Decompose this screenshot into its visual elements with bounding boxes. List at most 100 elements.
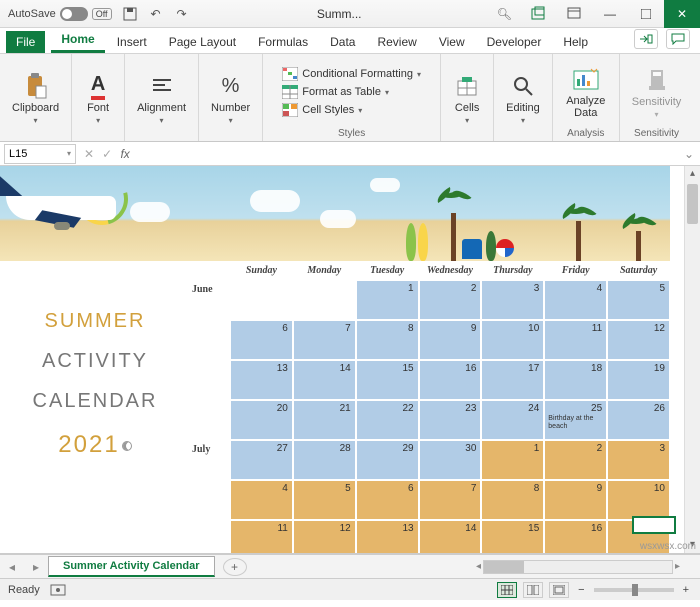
new-sheet-button[interactable]: + [223,558,247,576]
enter-icon[interactable]: ✓ [98,147,116,161]
tab-scroll-right-icon[interactable]: ▸ [24,560,48,574]
day-cell[interactable]: 6 [230,320,293,360]
day-cell[interactable]: 29 [356,440,419,480]
day-cell[interactable]: 25Birthday at the beach [544,400,607,440]
day-cell[interactable]: 5 [607,280,670,320]
scroll-thumb[interactable] [687,184,698,224]
hscroll-left-icon[interactable]: ◂ [476,561,481,572]
day-cell[interactable]: 13 [230,360,293,400]
tab-insert[interactable]: Insert [107,31,157,53]
day-cell[interactable]: 12 [607,320,670,360]
day-cell[interactable]: 30 [419,440,482,480]
day-cell[interactable]: 13 [356,520,419,554]
font-button[interactable]: A Font▾ [78,70,118,127]
day-cell[interactable]: 4 [230,480,293,520]
account-icon[interactable] [520,0,556,28]
conditional-formatting-button[interactable]: Conditional Formatting ▾ [279,66,424,82]
tab-file[interactable]: File [6,31,45,53]
format-as-table-button[interactable]: Format as Table ▾ [279,84,424,100]
day-cell[interactable]: 17 [481,360,544,400]
day-cell[interactable]: 14 [293,360,356,400]
sensitivity-button[interactable]: Sensitivity▾ [626,64,688,121]
tab-home[interactable]: Home [51,28,104,53]
day-cell[interactable]: 10 [607,480,670,520]
cells-button[interactable]: Cells▾ [447,70,487,127]
day-cell[interactable]: 15 [356,360,419,400]
maximize-button[interactable] [628,0,664,28]
day-cell[interactable]: 19 [607,360,670,400]
minimize-button[interactable]: — [592,0,628,28]
worksheet-area[interactable]: SUMMER ACTIVITY CALENDAR 2021 SundayMond… [0,166,700,554]
tab-scroll-left-icon[interactable]: ◂ [0,560,24,574]
day-cell[interactable]: 24 [481,400,544,440]
formula-input[interactable] [134,144,678,164]
day-cell[interactable]: 1 [481,440,544,480]
day-cell[interactable]: 18 [544,360,607,400]
macro-record-icon[interactable] [50,584,66,596]
fx-icon[interactable]: fx [116,147,134,161]
day-cell[interactable]: 6 [356,480,419,520]
zoom-out-icon[interactable]: − [575,584,587,596]
day-cell[interactable]: 7 [419,480,482,520]
day-cell[interactable]: 7 [293,320,356,360]
comments-icon[interactable] [666,29,690,49]
horizontal-scrollbar[interactable]: ◂ ▸ [247,560,700,574]
day-cell[interactable]: 28 [293,440,356,480]
sheet-tab-active[interactable]: Summer Activity Calendar [48,556,215,577]
alignment-button[interactable]: Alignment▾ [131,70,192,127]
clipboard-button[interactable]: Clipboard▾ [6,70,65,127]
day-cell[interactable]: 27 [230,440,293,480]
tab-data[interactable]: Data [320,31,365,53]
tab-help[interactable]: Help [553,31,598,53]
day-cell[interactable]: 12 [293,520,356,554]
zoom-in-icon[interactable]: + [680,584,692,596]
cancel-icon[interactable]: ✕ [80,147,98,161]
day-cell[interactable]: 3 [607,440,670,480]
day-cell[interactable]: 9 [419,320,482,360]
day-cell[interactable]: 1 [356,280,419,320]
expand-formula-icon[interactable]: ⌄ [678,147,700,161]
day-cell[interactable]: 14 [419,520,482,554]
day-cell[interactable]: 5 [293,480,356,520]
day-cell[interactable]: 11 [230,520,293,554]
day-cell[interactable]: 4 [544,280,607,320]
day-cell[interactable]: 8 [481,480,544,520]
day-cell[interactable]: 9 [544,480,607,520]
name-box[interactable]: L15▾ [4,144,76,164]
page-layout-view-icon[interactable] [523,582,543,598]
day-cell[interactable]: 22 [356,400,419,440]
normal-view-icon[interactable] [497,582,517,598]
vertical-scrollbar[interactable]: ▴ ▾ [684,166,700,553]
ribbon-display-icon[interactable] [556,0,592,28]
tab-formulas[interactable]: Formulas [248,31,318,53]
number-button[interactable]: % Number▾ [205,70,256,127]
share-icon[interactable] [634,29,658,49]
save-icon[interactable] [122,6,138,22]
autosave-toggle[interactable] [60,7,88,21]
tab-review[interactable]: Review [367,31,426,53]
day-cell[interactable]: 11 [544,320,607,360]
cell-styles-button[interactable]: Cell Styles ▾ [279,102,424,118]
hscroll-right-icon[interactable]: ▸ [675,561,680,572]
undo-icon[interactable]: ↶ [148,6,164,22]
search-icon[interactable]: 🔍︎ [497,7,512,21]
editing-button[interactable]: Editing▾ [500,70,546,127]
day-cell[interactable]: 16 [419,360,482,400]
tab-view[interactable]: View [429,31,475,53]
close-button[interactable]: ✕ [664,0,700,28]
day-cell[interactable]: 15 [481,520,544,554]
day-cell[interactable]: 23 [419,400,482,440]
day-cell[interactable]: 16 [544,520,607,554]
tab-developer[interactable]: Developer [477,31,552,53]
scroll-up-icon[interactable]: ▴ [685,166,700,182]
day-cell[interactable]: 20 [230,400,293,440]
day-cell[interactable]: 2 [544,440,607,480]
hscroll-thumb[interactable] [484,561,524,573]
redo-icon[interactable]: ↷ [174,6,190,22]
day-cell[interactable]: 3 [481,280,544,320]
day-cell[interactable]: 2 [419,280,482,320]
tab-page-layout[interactable]: Page Layout [159,31,246,53]
day-cell[interactable]: 26 [607,400,670,440]
day-cell[interactable]: 10 [481,320,544,360]
zoom-slider[interactable] [594,588,674,592]
